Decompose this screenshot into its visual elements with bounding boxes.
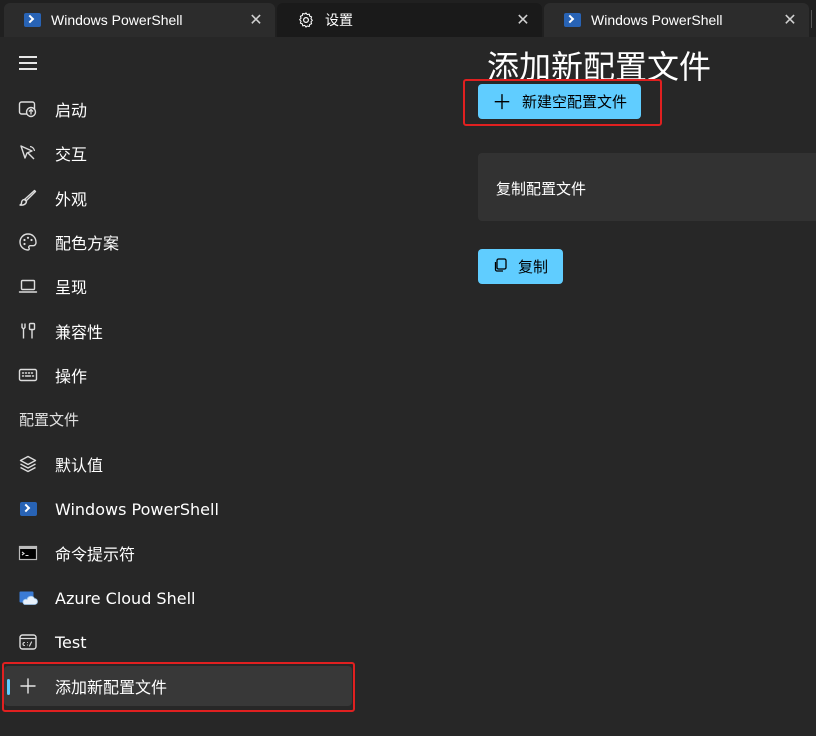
powershell-icon [24, 13, 41, 27]
hamburger-menu-icon[interactable] [19, 56, 37, 70]
sidebar-item-label: 配色方案 [55, 234, 120, 253]
tools-icon [18, 321, 38, 341]
button-label: 新建空配置文件 [522, 93, 628, 111]
tab-windows-powershell-1[interactable]: Windows PowerShell ✕ [4, 3, 275, 37]
duplicate-button[interactable]: 复制 [478, 249, 563, 284]
layers-icon [18, 454, 38, 474]
sidebar-item-startup[interactable]: 启动 [4, 89, 354, 129]
sidebar-item-windows-powershell[interactable]: Windows PowerShell [4, 489, 354, 529]
sidebar-item-label: 操作 [55, 367, 88, 386]
laptop-icon [18, 276, 38, 296]
sidebar-item-appearance[interactable]: 外观 [4, 178, 354, 218]
sidebar-item-color-schemes[interactable]: 配色方案 [4, 222, 354, 262]
sidebar-item-azure-cloud-shell[interactable]: Azure Cloud Shell [4, 578, 354, 618]
close-icon[interactable]: ✕ [247, 11, 265, 29]
gear-icon [299, 12, 313, 28]
azure-cloud-icon [18, 588, 38, 608]
sidebar-item-label: 默认值 [55, 456, 104, 475]
plus-icon [18, 676, 38, 696]
sidebar-item-defaults[interactable]: 默认值 [4, 444, 354, 484]
plus-icon: ＋ [492, 89, 512, 114]
new-empty-profile-button[interactable]: ＋ 新建空配置文件 [478, 84, 641, 119]
selection-indicator [7, 679, 10, 695]
keyboard-icon [18, 365, 38, 385]
sidebar-item-label: Azure Cloud Shell [55, 588, 196, 608]
tab-label: Windows PowerShell [51, 12, 183, 28]
sidebar-item-label: Windows PowerShell [55, 499, 219, 519]
startup-icon [18, 99, 38, 119]
sidebar-item-test[interactable]: Test [4, 622, 354, 662]
tab-divider [811, 10, 812, 28]
duplicate-profile-card: 复制配置文件 [478, 153, 816, 221]
sidebar-item-label: 命令提示符 [55, 545, 136, 564]
sidebar-item-label: Test [55, 632, 87, 652]
copy-icon [492, 257, 508, 277]
sidebar-item-label: 外观 [55, 190, 88, 209]
button-label: 复制 [518, 258, 549, 276]
powershell-icon [564, 13, 581, 27]
palette-icon [18, 232, 38, 252]
page-title: 添加新配置文件 [487, 48, 712, 86]
profiles-section-header: 配置文件 [19, 411, 80, 429]
sidebar-item-label: 兼容性 [55, 323, 104, 342]
sidebar-item-label: 呈现 [55, 278, 88, 297]
close-icon[interactable]: ✕ [514, 11, 532, 29]
card-label: 复制配置文件 [496, 180, 587, 198]
brush-icon [18, 188, 38, 208]
sidebar-item-rendering[interactable]: 呈现 [4, 266, 354, 306]
sidebar-item-add-new-profile[interactable]: 添加新配置文件 [4, 666, 352, 706]
sidebar-item-label: 添加新配置文件 [55, 678, 168, 697]
sidebar-item-actions[interactable]: 操作 [4, 355, 354, 395]
close-icon[interactable]: ✕ [781, 11, 799, 29]
tab-settings[interactable]: 设置 ✕ [277, 3, 542, 37]
tab-label: Windows PowerShell [591, 12, 723, 28]
sidebar-item-command-prompt[interactable]: 命令提示符 [4, 533, 354, 573]
powershell-icon [18, 499, 38, 519]
terminal-icon [18, 632, 38, 652]
tab-label: 设置 [325, 12, 353, 28]
tab-bar: Windows PowerShell ✕ 设置 ✕ Windows PowerS… [0, 0, 816, 37]
tab-windows-powershell-2[interactable]: Windows PowerShell ✕ [544, 3, 809, 37]
sidebar-item-label: 交互 [55, 145, 88, 164]
pointer-icon [18, 143, 38, 163]
sidebar-item-interaction[interactable]: 交互 [4, 133, 354, 173]
cmd-icon [18, 543, 38, 563]
sidebar-item-compatibility[interactable]: 兼容性 [4, 311, 354, 351]
sidebar-item-label: 启动 [55, 101, 88, 120]
